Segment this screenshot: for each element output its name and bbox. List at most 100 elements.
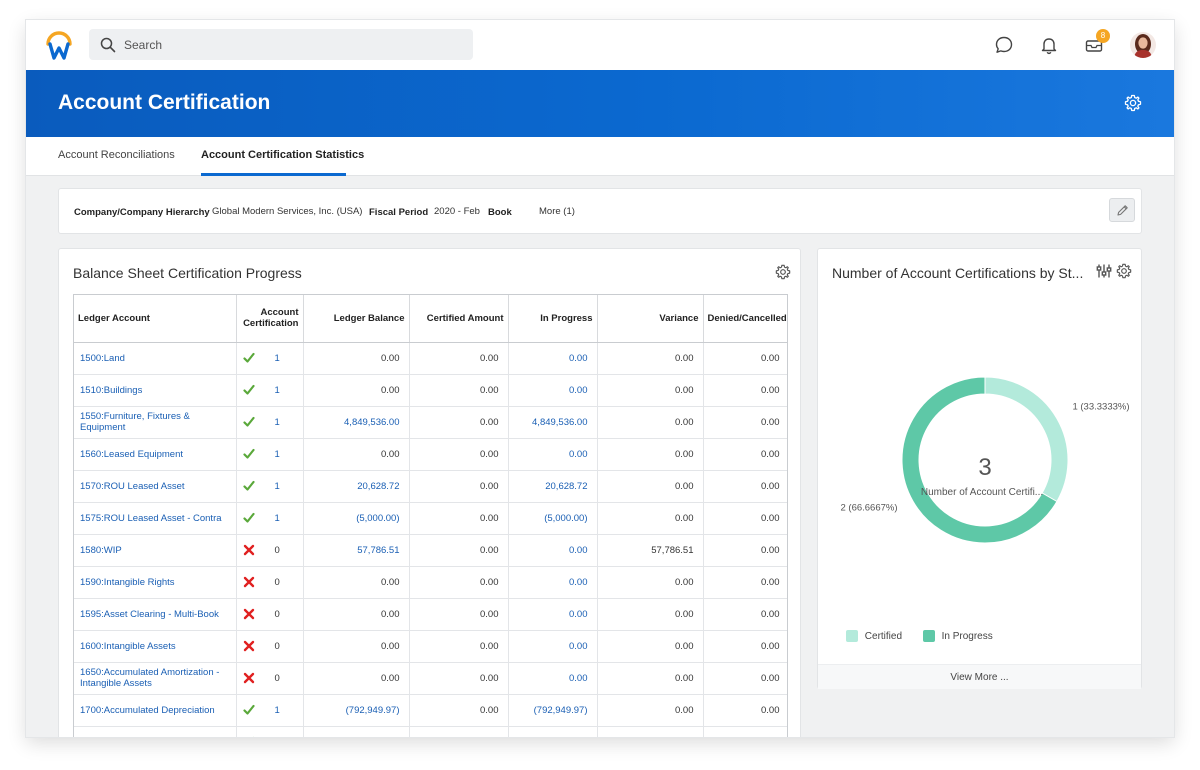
ledger-account-link[interactable]: 1580:WIP [74, 534, 237, 567]
ledger-balance-cell: 0.00 [303, 374, 410, 407]
account-certification-cell: 0 [236, 598, 304, 631]
table-row: 1590:Intangible Rights 0 0.00 0.00 0.00 0.00 0… [74, 566, 787, 599]
certified-amount-cell: 0.00 [409, 694, 509, 727]
certified-amount-cell: 0.00 [409, 534, 509, 567]
ledger-balance-cell[interactable]: (5,000.00) [303, 502, 410, 535]
in-progress-cell[interactable]: (5,000.00) [508, 502, 598, 535]
ledger-account-link[interactable]: 1600:Intangible Assets [74, 630, 237, 663]
page-header: Account Certification [26, 70, 1174, 137]
column-header-in-progress[interactable]: In Progress [508, 295, 598, 343]
ledger-balance-cell: 0.00 [303, 630, 410, 663]
in-progress-cell[interactable]: 20,628.72 [508, 470, 598, 503]
card-title: Balance Sheet Certification Progress [73, 265, 302, 281]
certification-count[interactable]: 1 [275, 481, 280, 492]
in-progress-cell[interactable]: 0.00 [508, 630, 598, 663]
certification-count[interactable]: 1 [275, 353, 280, 364]
card-settings-gear-icon[interactable] [775, 264, 791, 280]
more-filters-link[interactable]: More (1) [539, 206, 575, 217]
account-certification-cell: 1 [236, 502, 304, 535]
in-progress-cell[interactable]: 0.00 [508, 566, 598, 599]
column-header-account-certification[interactable]: Account Certification [236, 295, 304, 343]
active-tab-indicator [201, 173, 346, 176]
ledger-account-link[interactable]: 1550:Furniture, Fixtures & Equipment [74, 406, 237, 439]
account-certification-cell: 1 [236, 694, 304, 727]
in-progress-cell[interactable]: 4,849,536.00 [508, 406, 598, 439]
ledger-account-link[interactable]: 1710:Accumulated Depreciation - [74, 726, 237, 737]
certification-count[interactable]: 1 [275, 417, 280, 428]
certified-amount-cell: 0.00 [409, 342, 509, 375]
table-row: 1550:Furniture, Fixtures & Equipment 1 4,8… [74, 406, 787, 439]
ledger-account-link[interactable]: 1700:Accumulated Depreciation [74, 694, 237, 727]
check-icon [242, 384, 255, 395]
column-header-denied-cancelled[interactable]: Denied/Cancelled [703, 295, 787, 343]
legend-item-certified[interactable]: Certified [846, 630, 905, 642]
ledger-account-link[interactable]: 1575:ROU Leased Asset - Contra [74, 502, 237, 535]
ledger-balance-cell[interactable]: 20,628.72 [303, 470, 410, 503]
ledger-account-link[interactable]: 1570:ROU Leased Asset [74, 470, 237, 503]
legend-label-certified: Certified [864, 630, 903, 642]
check-icon [242, 704, 255, 715]
donut-segment-certified[interactable] [984, 376, 1069, 503]
company-label: Company/Company Hierarchy [74, 207, 210, 218]
in-progress-cell[interactable]: 0.00 [508, 534, 598, 567]
ledger-account-link[interactable]: 1510:Buildings [74, 374, 237, 407]
avatar[interactable] [1130, 32, 1156, 58]
pencil-icon [1117, 205, 1128, 216]
ledger-account-link[interactable]: 1595:Asset Clearing - Multi-Book [74, 598, 237, 631]
column-header-variance[interactable]: Variance [597, 295, 704, 343]
table-header-row: Ledger Account Account Certification Led… [74, 295, 787, 343]
ledger-account-link[interactable]: 1500:Land [74, 342, 237, 375]
ledger-account-link[interactable]: 1560:Leased Equipment [74, 438, 237, 471]
certified-amount-cell: 0.00 [409, 406, 509, 439]
tab-account-reconciliations[interactable]: Account Reconciliations [58, 149, 175, 161]
filter-sliders-icon[interactable] [1096, 263, 1112, 279]
table-row: 1600:Intangible Assets 0 0.00 0.00 0.00 0.00 0… [74, 630, 787, 663]
gear-icon[interactable] [1124, 94, 1142, 112]
certification-count[interactable]: 1 [275, 449, 280, 460]
tab-account-certification-statistics[interactable]: Account Certification Statistics [201, 149, 364, 161]
bell-icon[interactable] [1039, 35, 1059, 55]
certification-count[interactable]: 1 [275, 737, 280, 738]
column-header-ledger-balance[interactable]: Ledger Balance [303, 295, 410, 343]
book-label: Book [488, 207, 512, 218]
in-progress-cell[interactable]: 0.00 [508, 374, 598, 407]
account-certification-cell: 1 [236, 470, 304, 503]
variance-cell: 0.00 [597, 406, 704, 439]
table-row: 1580:WIP 0 57,786.51 0.00 0.00 57,786.51 0.00 [74, 534, 787, 567]
search-input[interactable]: Search [89, 29, 473, 60]
in-progress-cell[interactable]: 0.00 [508, 726, 598, 737]
in-progress-cell[interactable]: (792,949.97) [508, 694, 598, 727]
in-progress-cell[interactable]: 0.00 [508, 662, 598, 695]
table-row: 1700:Accumulated Depreciation 1 (792,949.9… [74, 694, 787, 727]
column-header-ledger-account[interactable]: Ledger Account [74, 295, 237, 343]
variance-cell: 0.00 [597, 342, 704, 375]
table-row: 1510:Buildings 1 0.00 0.00 0.00 0.00 0.00 [74, 374, 787, 407]
certified-amount-cell: 0.00 [409, 374, 509, 407]
denied-cancelled-cell: 0.00 [703, 566, 787, 599]
card-title: Number of Account Certifications by St..… [832, 265, 1084, 281]
ledger-account-link[interactable]: 1650:Accumulated Amortization - Intangib… [74, 662, 237, 695]
ledger-balance-cell[interactable]: 4,849,536.00 [303, 406, 410, 439]
workday-logo-icon[interactable] [44, 31, 74, 61]
edit-filters-button[interactable] [1109, 198, 1135, 222]
denied-cancelled-cell: 0.00 [703, 662, 787, 695]
variance-cell: 0.00 [597, 694, 704, 727]
legend-item-in-progress[interactable]: In Progress [922, 630, 993, 642]
certification-count[interactable]: 1 [275, 385, 280, 396]
cross-icon [243, 544, 254, 556]
chart-settings-gear-icon[interactable] [1116, 263, 1132, 279]
cross-icon [243, 608, 254, 620]
ledger-balance-cell[interactable]: 57,786.51 [303, 534, 410, 567]
certification-count: 0 [274, 576, 280, 588]
certified-amount-cell: 0.00 [409, 566, 509, 599]
view-more-link[interactable]: View More ... [818, 664, 1141, 689]
certification-count[interactable]: 1 [275, 705, 280, 716]
in-progress-cell[interactable]: 0.00 [508, 438, 598, 471]
chat-icon[interactable] [994, 35, 1014, 55]
in-progress-cell[interactable]: 0.00 [508, 598, 598, 631]
certification-count[interactable]: 1 [275, 513, 280, 524]
ledger-account-link[interactable]: 1590:Intangible Rights [74, 566, 237, 599]
ledger-balance-cell[interactable]: (792,949.97) [303, 694, 410, 727]
column-header-certified-amount[interactable]: Certified Amount [409, 295, 509, 343]
in-progress-cell[interactable]: 0.00 [508, 342, 598, 375]
